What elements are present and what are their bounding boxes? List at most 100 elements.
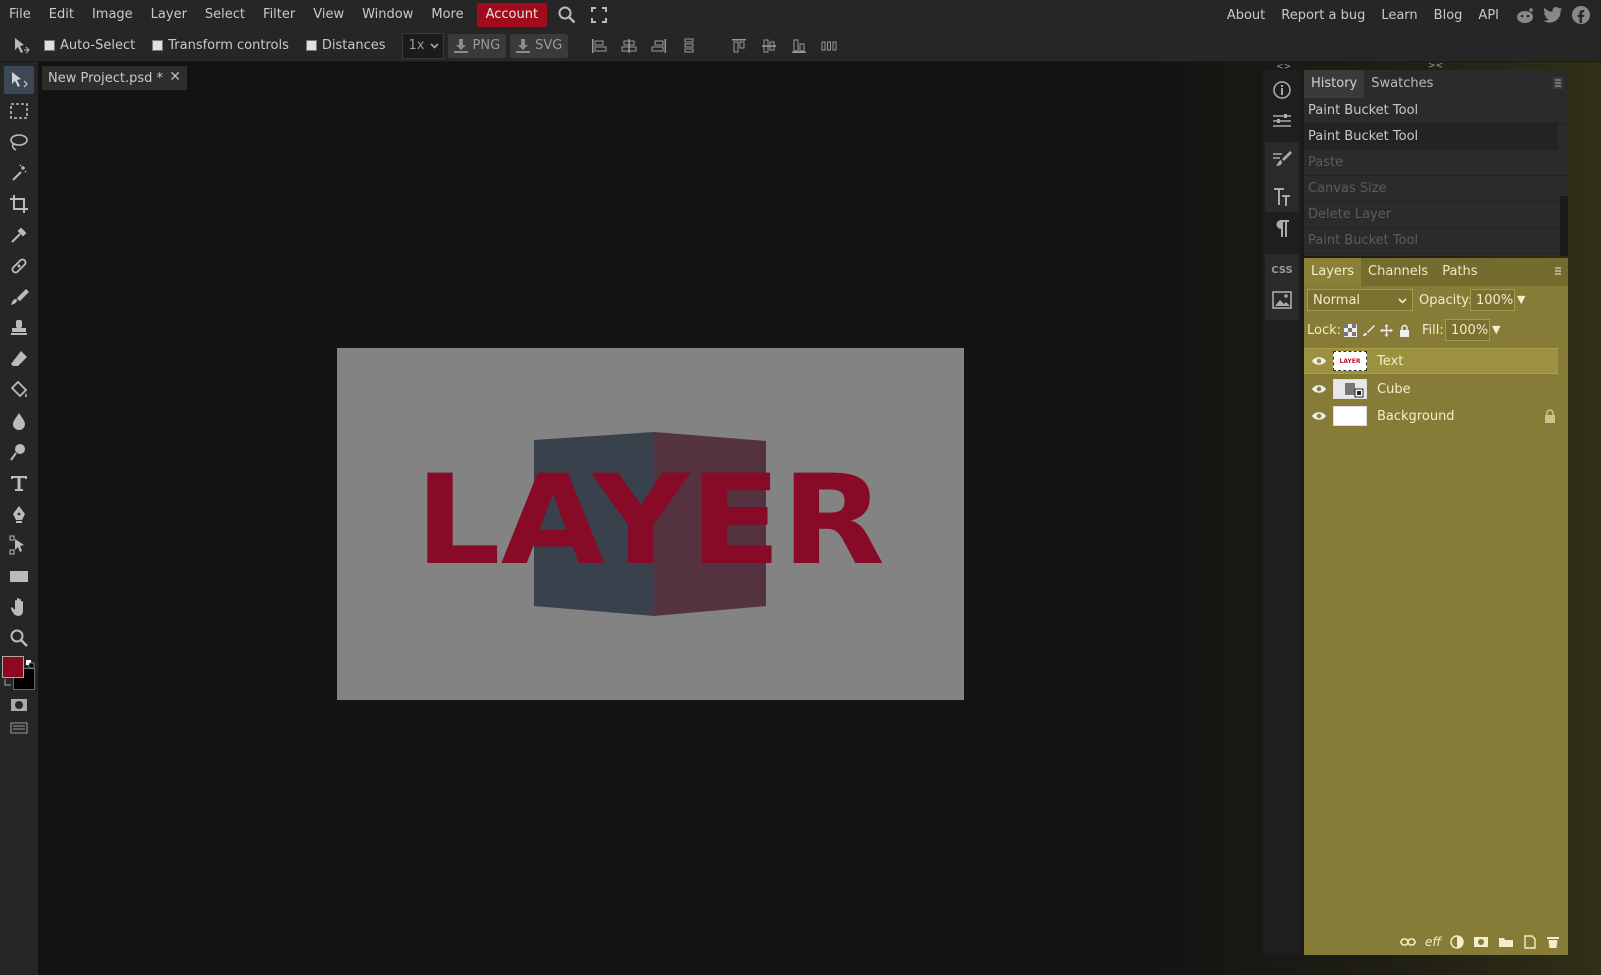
info-icon[interactable] bbox=[1267, 76, 1297, 104]
lock-transparency-icon[interactable] bbox=[1344, 324, 1357, 337]
learn-link[interactable]: Learn bbox=[1373, 8, 1425, 23]
lock-pixels-icon[interactable] bbox=[1362, 324, 1375, 337]
api-link[interactable]: API bbox=[1470, 8, 1507, 23]
paragraph-icon[interactable] bbox=[1267, 214, 1297, 242]
align-top-icon[interactable] bbox=[724, 34, 754, 58]
align-right-icon[interactable] bbox=[644, 34, 674, 58]
clone-stamp-tool[interactable] bbox=[4, 314, 34, 342]
menu-image[interactable]: Image bbox=[83, 0, 142, 30]
delete-layer-icon[interactable] bbox=[1546, 935, 1560, 949]
history-scrollbar[interactable] bbox=[1560, 196, 1568, 256]
align-bottom-icon[interactable] bbox=[784, 34, 814, 58]
menu-file[interactable]: File bbox=[0, 0, 40, 30]
menu-select[interactable]: Select bbox=[196, 0, 254, 30]
panel-menu-icon[interactable] bbox=[1552, 264, 1564, 282]
layer-row-text[interactable]: LAYER Text bbox=[1304, 348, 1558, 374]
lock-all-icon[interactable] bbox=[1398, 324, 1411, 337]
close-icon[interactable]: ✕ bbox=[169, 69, 181, 85]
move-tool-icon[interactable] bbox=[6, 31, 36, 61]
layer-row-background[interactable]: Background bbox=[1304, 403, 1568, 429]
link-layers-icon[interactable] bbox=[1400, 937, 1416, 947]
quick-mask-icon[interactable] bbox=[10, 698, 28, 712]
rectangle-tool[interactable] bbox=[4, 562, 34, 590]
distribute-v-icon[interactable] bbox=[814, 34, 844, 58]
lasso-tool[interactable] bbox=[4, 128, 34, 156]
pen-tool[interactable] bbox=[4, 500, 34, 528]
transform-controls-checkbox[interactable]: Transform controls bbox=[152, 38, 289, 53]
paint-bucket-tool[interactable] bbox=[4, 376, 34, 404]
reddit-icon[interactable] bbox=[1515, 5, 1535, 25]
menu-layer[interactable]: Layer bbox=[142, 0, 196, 30]
brush-tool[interactable] bbox=[4, 283, 34, 311]
eye-icon[interactable] bbox=[1309, 411, 1329, 421]
auto-select-checkbox[interactable]: Auto-Select bbox=[44, 38, 135, 53]
tab-swatches[interactable]: Swatches bbox=[1364, 70, 1440, 98]
history-item[interactable]: Paint Bucket Tool bbox=[1304, 228, 1568, 254]
layer-mask-icon[interactable] bbox=[1473, 936, 1489, 948]
distances-checkbox[interactable]: Distances bbox=[305, 38, 386, 53]
distribute-h-icon[interactable] bbox=[674, 34, 704, 58]
history-item[interactable]: Paint Bucket Tool bbox=[1304, 98, 1568, 124]
move-tool[interactable] bbox=[4, 66, 34, 94]
hand-tool[interactable] bbox=[4, 593, 34, 621]
collapse-panel-icon[interactable]: >< bbox=[1428, 61, 1443, 71]
align-left-icon[interactable] bbox=[584, 34, 614, 58]
blog-link[interactable]: Blog bbox=[1426, 8, 1471, 23]
adjustments-icon[interactable] bbox=[1267, 107, 1297, 135]
opacity-input[interactable]: 100% bbox=[1470, 289, 1515, 311]
new-layer-icon[interactable] bbox=[1523, 934, 1537, 949]
menu-more[interactable]: More bbox=[422, 0, 472, 30]
swap-colors-icon[interactable] bbox=[26, 658, 35, 669]
document-tab[interactable]: New Project.psd * ✕ bbox=[42, 66, 187, 90]
tab-channels[interactable]: Channels bbox=[1361, 258, 1435, 286]
adjustment-layer-icon[interactable] bbox=[1450, 934, 1464, 949]
fill-input[interactable]: 100% bbox=[1445, 319, 1490, 341]
account-button[interactable]: Account bbox=[476, 3, 548, 27]
brush-settings-icon[interactable] bbox=[1267, 145, 1297, 173]
new-group-icon[interactable] bbox=[1498, 936, 1514, 948]
facebook-icon[interactable] bbox=[1571, 5, 1591, 25]
align-center-h-icon[interactable] bbox=[614, 34, 644, 58]
export-png-button[interactable]: PNG bbox=[447, 33, 507, 58]
blur-tool[interactable] bbox=[4, 407, 34, 435]
image-icon[interactable] bbox=[1267, 286, 1297, 314]
tab-paths[interactable]: Paths bbox=[1435, 258, 1484, 286]
search-icon[interactable] bbox=[553, 0, 581, 30]
menu-filter[interactable]: Filter bbox=[254, 0, 304, 30]
about-link[interactable]: About bbox=[1219, 8, 1273, 23]
document-canvas[interactable]: LAYER bbox=[337, 348, 964, 700]
scale-select[interactable]: 1x bbox=[401, 32, 444, 59]
layer-effects-icon[interactable]: eff bbox=[1425, 935, 1441, 949]
fullscreen-icon[interactable] bbox=[585, 0, 613, 30]
collapse-arrows-icon[interactable]: <> bbox=[1276, 62, 1291, 72]
type-tool[interactable] bbox=[4, 469, 34, 497]
opacity-dropdown-icon[interactable]: ▼ bbox=[1517, 293, 1525, 306]
dodge-tool[interactable] bbox=[4, 438, 34, 466]
history-item-current[interactable]: Paint Bucket Tool bbox=[1304, 124, 1558, 150]
export-svg-button[interactable]: SVG bbox=[510, 33, 569, 58]
tab-layers[interactable]: Layers bbox=[1304, 258, 1362, 286]
foreground-color-swatch[interactable] bbox=[2, 656, 24, 678]
menu-window[interactable]: Window bbox=[353, 0, 422, 30]
report-bug-link[interactable]: Report a bug bbox=[1273, 8, 1373, 23]
healing-brush-tool[interactable] bbox=[4, 252, 34, 280]
character-icon[interactable] bbox=[1267, 183, 1297, 211]
history-item[interactable]: Canvas Size bbox=[1304, 176, 1568, 202]
menu-view[interactable]: View bbox=[304, 0, 353, 30]
default-colors-icon[interactable] bbox=[4, 676, 13, 686]
css-icon[interactable]: CSS bbox=[1267, 256, 1297, 284]
twitter-icon[interactable] bbox=[1543, 5, 1563, 25]
lock-position-icon[interactable] bbox=[1380, 324, 1393, 337]
history-item[interactable]: Delete Layer bbox=[1304, 202, 1568, 228]
zoom-tool[interactable] bbox=[4, 624, 34, 652]
magic-wand-tool[interactable] bbox=[4, 159, 34, 187]
layer-row-cube[interactable]: Cube bbox=[1304, 376, 1558, 402]
marquee-tool[interactable] bbox=[4, 97, 34, 125]
screen-mode-icon[interactable] bbox=[10, 722, 28, 734]
align-middle-icon[interactable] bbox=[754, 34, 784, 58]
fill-dropdown-icon[interactable]: ▼ bbox=[1492, 323, 1500, 336]
history-item[interactable]: Paste bbox=[1304, 150, 1568, 176]
eye-icon[interactable] bbox=[1309, 384, 1329, 394]
eyedropper-tool[interactable] bbox=[4, 221, 34, 249]
eye-icon[interactable] bbox=[1309, 356, 1329, 366]
